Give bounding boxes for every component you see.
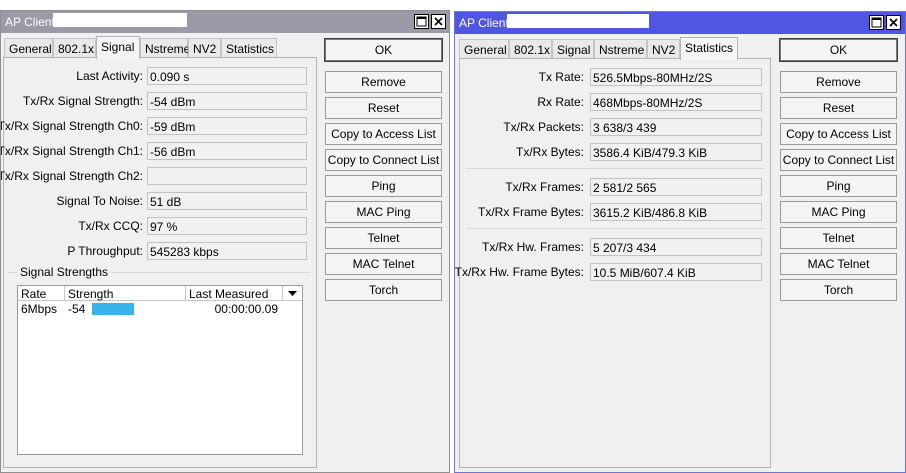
maximize-button[interactable] [869, 15, 884, 30]
close-button[interactable] [886, 15, 901, 30]
section-divider [466, 168, 764, 169]
tx-rx-bytes-field: 3586.4 KiB/479.3 KiB [590, 143, 762, 161]
signal-strength-field: -54 dBm [147, 92, 307, 110]
signal-strengths-table: Rate Strength Last Measured 6Mbps -54 00… [17, 285, 303, 455]
signal-strengths-group-title: Signal Strengths [17, 265, 112, 279]
title-bar[interactable]: AP Client [1, 11, 449, 33]
signal-strength-ch2-field [147, 167, 307, 185]
redacted-title-block [507, 14, 649, 28]
signal-strength-ch1-field: -56 dBm [147, 142, 307, 160]
mac-ping-button[interactable]: MAC Ping [325, 201, 442, 223]
close-icon [434, 17, 443, 26]
field-label: Tx/Rx Hw. Frames: [481, 240, 584, 254]
remove-button[interactable]: Remove [325, 71, 442, 93]
field-label: P Throughput: [67, 244, 143, 258]
tx-rx-hw-frame-bytes-field: 10.5 MiB/607.4 KiB [590, 263, 762, 281]
field-label: Tx/Rx Signal Strength Ch1: [0, 144, 143, 158]
signal-strength-ch0-field: -59 dBm [147, 117, 307, 135]
ap-client-window-statistics: AP Client General 802.1x Signal Nstreme … [454, 11, 906, 473]
field-label: Signal To Noise: [56, 194, 144, 208]
tab-general[interactable]: General [459, 39, 509, 58]
mac-telnet-button[interactable]: MAC Telnet [780, 253, 897, 275]
window-title: AP Client [459, 16, 509, 30]
signal-panel: Last Activity: 0.090 s Tx/Rx Signal Stre… [0, 57, 317, 468]
tx-rx-frame-bytes-field: 3615.2 KiB/486.8 KiB [590, 203, 762, 221]
statistics-panel: Tx Rate: 526.5Mbps-80MHz/2S Rx Rate: 468… [455, 58, 771, 468]
reset-button[interactable]: Reset [325, 97, 442, 119]
copy-to-connect-list-button[interactable]: Copy to Connect List [780, 149, 897, 171]
reset-button[interactable]: Reset [780, 97, 897, 119]
tab-nstreme[interactable]: Nstreme [594, 39, 647, 58]
column-menu-button[interactable] [283, 286, 302, 301]
p-throughput-field: 545283 kbps [147, 242, 307, 260]
window-title: AP Client [5, 15, 55, 29]
maximize-button[interactable] [414, 14, 429, 29]
field-label: Tx Rate: [538, 70, 584, 84]
tab-nstreme[interactable]: Nstreme [140, 38, 190, 57]
field-label: Tx/Rx Signal Strength: [22, 94, 143, 108]
mac-telnet-button[interactable]: MAC Telnet [325, 253, 442, 275]
signal-to-noise-field: 51 dB [147, 192, 307, 210]
tab-statistics[interactable]: Statistics [680, 37, 738, 60]
close-button[interactable] [431, 14, 446, 29]
ok-button[interactable]: OK [324, 38, 443, 62]
chevron-down-icon [288, 291, 297, 296]
tab-strip: General 802.1x Signal Nstreme NV2 Statis… [459, 37, 779, 60]
copy-to-connect-list-button[interactable]: Copy to Connect List [325, 149, 442, 171]
row-strength-cell[interactable]: -54 [65, 301, 88, 318]
section-divider [466, 228, 764, 229]
close-icon [889, 18, 898, 27]
ap-client-window-signal: AP Client General 802.1x Signal Nstreme … [0, 10, 450, 473]
field-label: Tx/Rx Bytes: [515, 145, 584, 159]
ping-button[interactable]: Ping [325, 175, 442, 197]
maximize-icon [871, 17, 882, 28]
tab-nv2[interactable]: NV2 [647, 39, 680, 58]
rx-rate-field: 468Mbps-80MHz/2S [590, 93, 762, 111]
tab-statistics[interactable]: Statistics [221, 38, 277, 57]
column-header-strength[interactable]: Strength [65, 286, 186, 301]
tab-signal[interactable]: Signal [552, 39, 594, 58]
redacted-title-block [53, 13, 187, 27]
mac-ping-button[interactable]: MAC Ping [780, 201, 897, 223]
last-activity-field: 0.090 s [147, 67, 307, 85]
tx-rate-field: 526.5Mbps-80MHz/2S [590, 68, 762, 86]
column-header-rate[interactable]: Rate [18, 286, 65, 301]
signal-strength-bar [92, 303, 134, 315]
maximize-icon [416, 16, 427, 27]
title-bar[interactable]: AP Client [455, 12, 905, 34]
ping-button[interactable]: Ping [780, 175, 897, 197]
field-label: Tx/Rx Hw. Frame Bytes: [454, 265, 584, 279]
field-label: Tx/Rx Frame Bytes: [477, 205, 584, 219]
tab-strip: General 802.1x Signal Nstreme NV2 Statis… [4, 36, 324, 59]
row-rate-cell[interactable]: 6Mbps [18, 301, 65, 318]
field-label: Rx Rate: [537, 95, 584, 109]
column-header-last-measured[interactable]: Last Measured [186, 286, 283, 301]
tab-8021x[interactable]: 802.1x [509, 39, 552, 58]
tx-rx-packets-field: 3 638/3 439 [590, 118, 762, 136]
ccq-field: 97 % [147, 217, 307, 235]
tab-general[interactable]: General [4, 38, 53, 57]
torch-button[interactable]: Torch [780, 279, 897, 301]
tab-signal[interactable]: Signal [96, 36, 140, 59]
field-label: Last Activity: [76, 69, 143, 83]
torch-button[interactable]: Torch [325, 279, 442, 301]
field-label: Tx/Rx Packets: [503, 120, 584, 134]
field-label: Tx/Rx Signal Strength Ch2: [0, 169, 143, 183]
telnet-button[interactable]: Telnet [325, 227, 442, 249]
copy-to-access-list-button[interactable]: Copy to Access List [780, 123, 897, 145]
tx-rx-frames-field: 2 581/2 565 [590, 178, 762, 196]
copy-to-access-list-button[interactable]: Copy to Access List [325, 123, 442, 145]
tx-rx-hw-frames-field: 5 207/3 434 [590, 238, 762, 256]
field-label: Tx/Rx CCQ: [78, 219, 143, 233]
field-label: Tx/Rx Signal Strength Ch0: [0, 119, 143, 133]
tab-nv2[interactable]: NV2 [188, 38, 221, 57]
telnet-button[interactable]: Telnet [780, 227, 897, 249]
tab-8021x[interactable]: 802.1x [53, 38, 96, 57]
row-last-measured-cell[interactable]: 00:00:00.09 [186, 301, 280, 317]
remove-button[interactable]: Remove [780, 71, 897, 93]
field-label: Tx/Rx Frames: [505, 180, 584, 194]
ok-button[interactable]: OK [779, 38, 898, 62]
